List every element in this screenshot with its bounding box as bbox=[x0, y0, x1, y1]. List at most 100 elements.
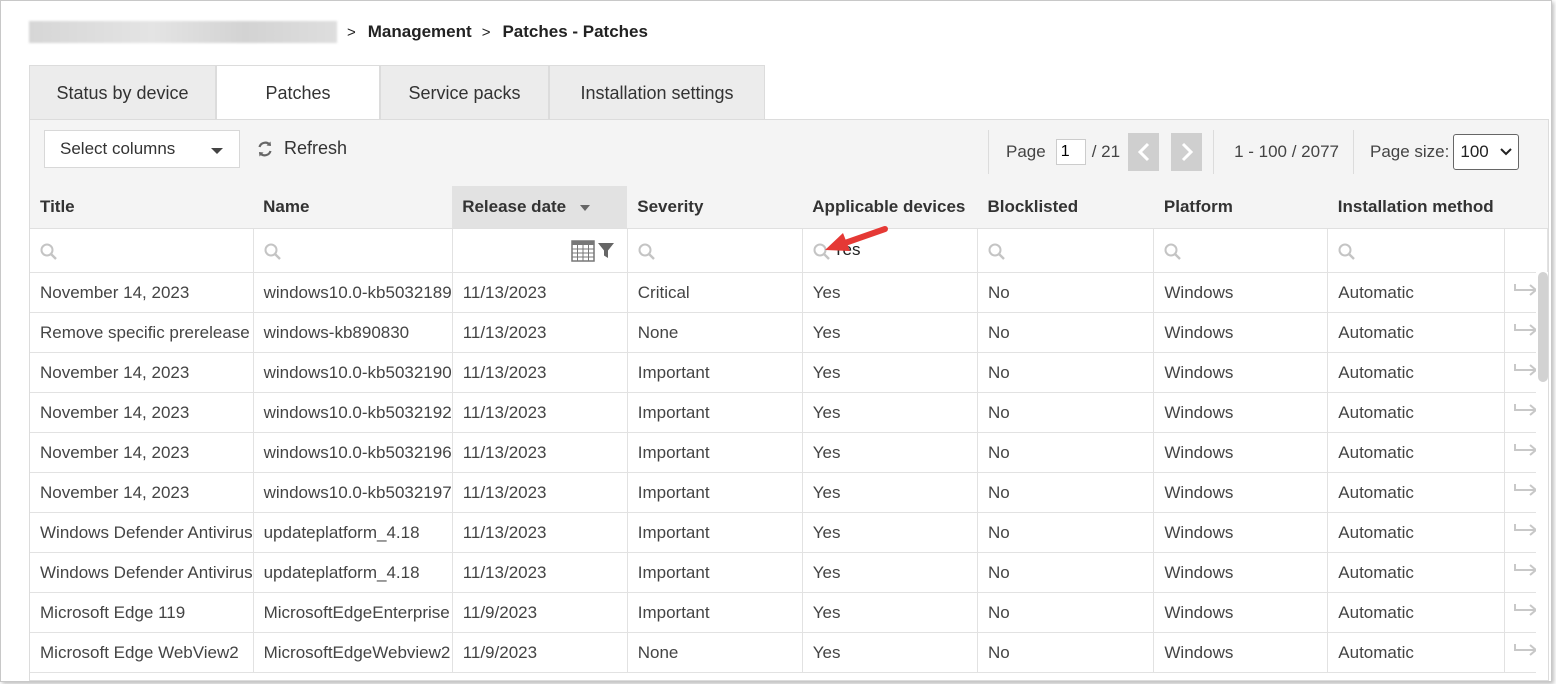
filter-funnel-icon[interactable] bbox=[597, 242, 615, 260]
calendar-icon[interactable] bbox=[571, 240, 595, 262]
filter-actions bbox=[1504, 228, 1549, 273]
cell-applicable-devices: Yes bbox=[802, 392, 978, 433]
column-header-title[interactable]: Title bbox=[30, 186, 254, 229]
page-size-value: 100 bbox=[1460, 142, 1489, 161]
table-row[interactable]: Microsoft Edge 119 MicrosoftEdgeEnterpris… bbox=[30, 592, 1549, 633]
forward-arrow-icon bbox=[1513, 324, 1538, 336]
total-pages: / 21 bbox=[1091, 142, 1121, 161]
cell-blocklisted: No bbox=[977, 392, 1155, 433]
table-row[interactable]: November 14, 2023 windows10.0-kb5032192 11… bbox=[30, 392, 1549, 433]
scrollbar-thumb[interactable] bbox=[1538, 272, 1548, 382]
page-size-select[interactable]: 100 bbox=[1453, 134, 1520, 170]
cell-name: windows10.0-kb5032196 bbox=[253, 432, 453, 473]
cell-platform: Windows bbox=[1153, 512, 1329, 553]
filter-title[interactable] bbox=[30, 228, 254, 273]
column-header-severity[interactable]: Severity bbox=[627, 186, 803, 229]
breadcrumb-item-management[interactable]: Management bbox=[368, 22, 472, 42]
chevron-down-icon bbox=[1500, 148, 1513, 156]
cell-title: November 14, 2023 bbox=[30, 432, 254, 473]
filter-row: Yes bbox=[30, 228, 1549, 273]
tab-status-by-device[interactable]: Status by device bbox=[29, 65, 216, 120]
filter-platform[interactable] bbox=[1153, 228, 1329, 273]
cell-name: windows10.0-kb5032190 bbox=[253, 352, 453, 393]
filter-blocklisted[interactable] bbox=[977, 228, 1155, 273]
cell-blocklisted: No bbox=[977, 312, 1155, 353]
caret-down-icon bbox=[211, 148, 223, 154]
column-header-installation-method[interactable]: Installation method bbox=[1327, 186, 1505, 229]
refresh-label: Refresh bbox=[284, 138, 348, 158]
cell-installation-method: Automatic bbox=[1327, 272, 1505, 313]
cell-name: windows10.0-kb5032197 bbox=[253, 472, 453, 513]
previous-page-button[interactable] bbox=[1128, 133, 1160, 171]
cell-severity: None bbox=[627, 632, 803, 673]
table-row[interactable]: November 14, 2023 windows10.0-kb5032197 11… bbox=[30, 472, 1549, 513]
cell-installation-method: Automatic bbox=[1327, 592, 1505, 633]
breadcrumb-separator: > bbox=[481, 23, 491, 41]
cell-severity: Important bbox=[627, 432, 803, 473]
cell-release-date: 11/13/2023 bbox=[452, 472, 628, 513]
toolbar: Select columns Refresh Page / 21 bbox=[30, 120, 1548, 187]
cell-blocklisted: No bbox=[977, 592, 1155, 633]
breadcrumb: > Management > Patches - Patches bbox=[29, 21, 648, 43]
select-columns-dropdown[interactable]: Select columns bbox=[44, 130, 240, 168]
select-columns-label: Select columns bbox=[60, 139, 176, 158]
tab-patches[interactable]: Patches bbox=[216, 65, 380, 121]
divider bbox=[988, 130, 989, 174]
page-number-input[interactable] bbox=[1055, 139, 1086, 165]
table-row[interactable]: Windows Defender Antivirus updateplatform… bbox=[30, 552, 1549, 593]
cell-installation-method: Automatic bbox=[1327, 552, 1505, 593]
table-row[interactable]: Remove specific prerelease windows-kb8908… bbox=[30, 312, 1549, 353]
filter-name[interactable] bbox=[253, 228, 453, 273]
cell-release-date: 11/9/2023 bbox=[452, 592, 628, 633]
cell-name: updateplatform_4.18 bbox=[253, 512, 453, 553]
column-header-label: Release date bbox=[462, 197, 567, 216]
breadcrumb-item-current: Patches - Patches bbox=[502, 22, 648, 41]
column-header-release-date[interactable]: Release date bbox=[452, 186, 628, 229]
sort-descending-icon bbox=[579, 205, 590, 211]
table-row[interactable]: Windows Defender Antivirus updateplatform… bbox=[30, 512, 1549, 553]
cell-release-date: 11/13/2023 bbox=[452, 512, 628, 553]
cell-applicable-devices: Yes bbox=[802, 312, 978, 353]
cell-platform: Windows bbox=[1153, 432, 1329, 473]
cell-blocklisted: No bbox=[977, 272, 1155, 313]
forward-arrow-icon bbox=[1513, 364, 1538, 376]
page-size-label: Page size: bbox=[1369, 142, 1450, 161]
cell-name: windows10.0-kb5032192 bbox=[253, 392, 453, 433]
tab-installation-settings[interactable]: Installation settings bbox=[549, 65, 765, 120]
next-page-button[interactable] bbox=[1171, 133, 1203, 171]
search-icon bbox=[40, 243, 57, 260]
cell-platform: Windows bbox=[1153, 632, 1329, 673]
table-header-row: Title Name Release date Severity Applica… bbox=[30, 186, 1548, 229]
cell-platform: Windows bbox=[1153, 352, 1329, 393]
cell-severity: Important bbox=[627, 392, 803, 433]
tab-service-packs[interactable]: Service packs bbox=[380, 65, 549, 120]
filter-severity[interactable] bbox=[627, 228, 803, 273]
cell-blocklisted: No bbox=[977, 472, 1155, 513]
table-row[interactable]: November 14, 2023 windows10.0-kb5032190 11… bbox=[30, 352, 1549, 393]
cell-release-date: 11/13/2023 bbox=[452, 392, 628, 433]
refresh-icon bbox=[258, 141, 272, 156]
record-range: 1 - 100 / 2077 bbox=[1234, 142, 1339, 161]
column-header-platform[interactable]: Platform bbox=[1153, 186, 1328, 229]
table-row[interactable]: November 14, 2023 windows10.0-kb5032196 11… bbox=[30, 432, 1549, 473]
forward-arrow-icon bbox=[1513, 564, 1538, 576]
cell-title: November 14, 2023 bbox=[30, 272, 254, 313]
cell-platform: Windows bbox=[1153, 592, 1329, 633]
table-row[interactable]: November 14, 2023 windows10.0-kb5032189 11… bbox=[30, 272, 1549, 313]
forward-arrow-icon bbox=[1513, 604, 1538, 616]
cell-platform: Windows bbox=[1153, 272, 1329, 313]
cell-title: Windows Defender Antivirus bbox=[30, 512, 254, 553]
window-frame: > Management > Patches - Patches Status … bbox=[0, 0, 1552, 682]
forward-arrow-icon bbox=[1513, 644, 1538, 656]
column-header-name[interactable]: Name bbox=[253, 186, 453, 229]
cell-title: Remove specific prerelease bbox=[30, 312, 254, 353]
cell-blocklisted: No bbox=[977, 432, 1155, 473]
table-row[interactable]: Microsoft Edge WebView2 MicrosoftEdgeWebv… bbox=[30, 632, 1549, 673]
refresh-button[interactable]: Refresh bbox=[256, 138, 347, 159]
filter-release-date[interactable] bbox=[452, 228, 628, 273]
cell-applicable-devices: Yes bbox=[802, 632, 978, 673]
cell-applicable-devices: Yes bbox=[802, 432, 978, 473]
forward-arrow-icon bbox=[1513, 524, 1538, 536]
filter-installation-method[interactable] bbox=[1327, 228, 1505, 273]
column-header-blocklisted[interactable]: Blocklisted bbox=[977, 186, 1154, 229]
